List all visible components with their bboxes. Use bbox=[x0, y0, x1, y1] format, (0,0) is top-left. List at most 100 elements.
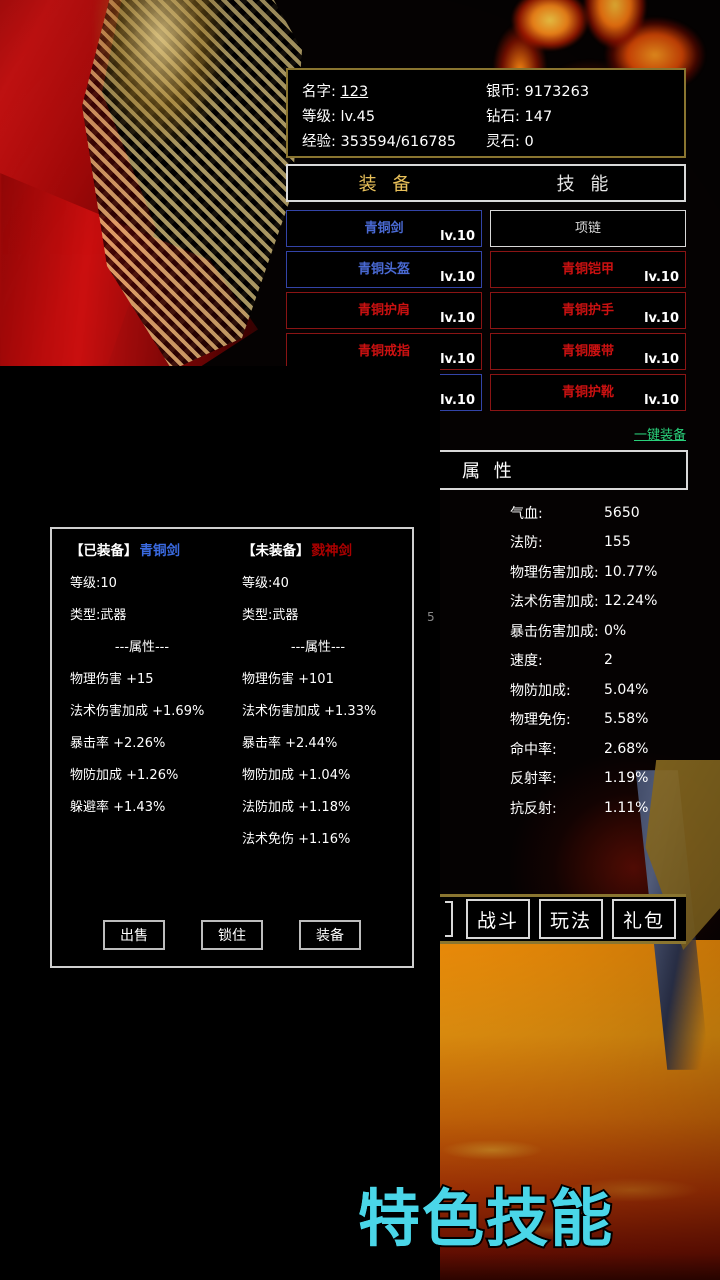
tab-skills[interactable]: 技 能 bbox=[486, 166, 684, 200]
attribute-row: 物防加成:5.04% bbox=[432, 675, 688, 705]
main-tab-bar: 装 备技 能 bbox=[286, 164, 686, 202]
equipment-slot-level: lv.10 bbox=[440, 352, 475, 367]
nav-button-2[interactable]: 玩法 bbox=[539, 899, 603, 939]
equipped-item-title: 【已装备】青铜剑 bbox=[70, 539, 232, 559]
player-stat-right: 灵石: 0 bbox=[486, 130, 670, 151]
attribute-row: 气血:5650 bbox=[432, 498, 688, 528]
unequipped-item-attribute: 物防加成 +1.04% bbox=[242, 764, 412, 783]
attribute-row: 法防:155 bbox=[432, 528, 688, 558]
equipped-item-attribute: 物理伤害 +15 bbox=[70, 668, 232, 687]
equipped-item-attribute: 躲避率 +1.43% bbox=[70, 796, 232, 815]
player-stat-value: lv.45 bbox=[341, 109, 376, 125]
nav-button-partial[interactable] bbox=[445, 901, 453, 937]
attribute-label: 命中率: bbox=[432, 739, 596, 759]
nav-button-1[interactable]: 战斗 bbox=[466, 899, 530, 939]
equipped-item-attribute: 法术伤害加成 +1.69% bbox=[70, 700, 232, 719]
one-key-equip-label: 一键装备 bbox=[634, 428, 686, 443]
comparison-columns: 【已装备】青铜剑等级:10类型:武器---属性---物理伤害 +15法术伤害加成… bbox=[52, 529, 412, 860]
dialog-action-buttons: 出售 锁住 装备 bbox=[52, 920, 412, 950]
player-stat-row: 等级: lv.45 钻石: 147 bbox=[302, 103, 670, 128]
attribute-row: 抗反射:1.11% bbox=[432, 793, 688, 823]
attributes-panel: 属 性 气血:5650法防:155物理伤害加成:10.77%法术伤害加成:12.… bbox=[432, 450, 688, 840]
equipped-attr-separator: ---属性--- bbox=[70, 636, 232, 655]
attribute-value: 1.19% bbox=[596, 770, 648, 786]
attribute-label: 反射率: bbox=[432, 768, 596, 788]
unequipped-item-attribute: 法术伤害加成 +1.33% bbox=[242, 700, 412, 719]
player-stat-label: 银币: bbox=[486, 84, 525, 100]
equipment-slot-left-4[interactable]: 青铜戒指lv.10 bbox=[286, 333, 482, 370]
attribute-value: 10.77% bbox=[596, 564, 657, 580]
tab-equipment[interactable]: 装 备 bbox=[288, 166, 486, 200]
player-stat-value: 0 bbox=[525, 134, 534, 150]
equipment-slot-right-2[interactable]: 青铜铠甲lv.10 bbox=[490, 251, 686, 288]
player-stat-right: 钻石: 147 bbox=[486, 105, 670, 126]
unequipped-item-type: 类型:武器 bbox=[242, 604, 412, 623]
player-stat-value: 147 bbox=[525, 109, 553, 125]
equipped-item-name: 青铜剑 bbox=[140, 543, 181, 559]
player-stat-value: 9173263 bbox=[525, 84, 590, 100]
equipped-item-attribute: 物防加成 +1.26% bbox=[70, 764, 232, 783]
attributes-title: 属 性 bbox=[432, 450, 688, 490]
attribute-row: 反射率:1.19% bbox=[432, 764, 688, 794]
attribute-value: 2 bbox=[596, 652, 613, 668]
equipment-slot-level: lv.10 bbox=[644, 270, 679, 285]
nav-button-3[interactable]: 礼包 bbox=[612, 899, 676, 939]
player-stat-label: 钻石: bbox=[486, 109, 525, 125]
attribute-value: 0% bbox=[596, 623, 626, 639]
attribute-label: 法术伤害加成: bbox=[432, 591, 596, 611]
player-stat-label: 经验: bbox=[302, 134, 341, 150]
item-comparison-dialog: 【已装备】青铜剑等级:10类型:武器---属性---物理伤害 +15法术伤害加成… bbox=[50, 527, 414, 968]
player-stat-row: 经验: 353594/616785灵石: 0 bbox=[302, 128, 670, 153]
attribute-value: 5.58% bbox=[596, 711, 648, 727]
watermark-text: 特色技能 bbox=[358, 1168, 614, 1258]
equipped-item-prefix: 【已装备】 bbox=[70, 543, 138, 559]
unequipped-attr-separator: ---属性--- bbox=[242, 636, 412, 655]
attribute-row: 暴击伤害加成:0% bbox=[432, 616, 688, 646]
equipment-slot-left-3[interactable]: 青铜护肩lv.10 bbox=[286, 292, 482, 329]
player-stat-value: 353594/616785 bbox=[341, 134, 457, 150]
unequipped-item-prefix: 【未装备】 bbox=[242, 543, 310, 559]
player-stat-label: 灵石: bbox=[486, 134, 525, 150]
player-stat-left: 名字: 123 bbox=[302, 80, 486, 101]
player-stat-row: 名字: 123银币: 9173263 bbox=[302, 78, 670, 103]
equipment-slot-level: lv.10 bbox=[440, 311, 475, 326]
equip-button[interactable]: 装备 bbox=[299, 920, 361, 950]
attribute-row: 法术伤害加成:12.24% bbox=[432, 587, 688, 617]
player-stat-label: 等级: bbox=[302, 109, 341, 125]
attribute-value: 2.68% bbox=[596, 741, 648, 757]
attribute-row: 命中率:2.68% bbox=[432, 734, 688, 764]
equipment-slot-left-1[interactable]: 青铜剑lv.10 bbox=[286, 210, 482, 247]
equipment-slot-right-4[interactable]: 青铜腰带lv.10 bbox=[490, 333, 686, 370]
equipment-slot-right-3[interactable]: 青铜护手lv.10 bbox=[490, 292, 686, 329]
equipment-slot-right-5[interactable]: 青铜护靴lv.10 bbox=[490, 374, 686, 411]
unequipped-item-name: 戮神剑 bbox=[312, 543, 353, 559]
player-stat-right: 银币: 9173263 bbox=[486, 80, 670, 101]
attribute-label: 物理伤害加成: bbox=[432, 562, 596, 582]
attribute-value: 5650 bbox=[596, 505, 640, 521]
attribute-value: 155 bbox=[596, 534, 631, 550]
player-stat-label: 名字: bbox=[302, 84, 341, 100]
equipment-slot-left-2[interactable]: 青铜头盔lv.10 bbox=[286, 251, 482, 288]
unequipped-item-level: 等级:40 bbox=[242, 572, 412, 591]
player-stats-panel: 名字: 123银币: 9173263等级: lv.45钻石: 147经验: 35… bbox=[286, 68, 686, 158]
sell-button[interactable]: 出售 bbox=[103, 920, 165, 950]
equipment-slot-level: lv.10 bbox=[644, 311, 679, 326]
equipment-slot-level: lv.10 bbox=[644, 393, 679, 408]
attribute-value: 1.11% bbox=[596, 800, 648, 816]
unequipped-item-attribute: 物理伤害 +101 bbox=[242, 668, 412, 687]
attribute-value: 5.04% bbox=[596, 682, 648, 698]
game-screen: 名字: 123银币: 9173263等级: lv.45钻石: 147经验: 35… bbox=[0, 0, 720, 1280]
equipped-item-attribute: 暴击率 +2.26% bbox=[70, 732, 232, 751]
equipment-slot-level: lv.10 bbox=[644, 352, 679, 367]
attribute-value: 12.24% bbox=[596, 593, 657, 609]
equipment-slot-right-1[interactable]: 项链 bbox=[490, 210, 686, 247]
unequipped-item-attribute: 暴击率 +2.44% bbox=[242, 732, 412, 751]
attribute-label: 速度: bbox=[432, 650, 596, 670]
player-stat-left: 经验: 353594/616785 bbox=[302, 130, 486, 151]
equipment-slot-level: lv.10 bbox=[440, 229, 475, 244]
attribute-row: 物理免伤:5.58% bbox=[432, 705, 688, 735]
bottom-navigation-bar: 战斗玩法礼包 bbox=[424, 894, 686, 944]
equipment-slot-level: lv.10 bbox=[440, 270, 475, 285]
lock-button[interactable]: 锁住 bbox=[201, 920, 263, 950]
attribute-label: 法防: bbox=[432, 532, 596, 552]
